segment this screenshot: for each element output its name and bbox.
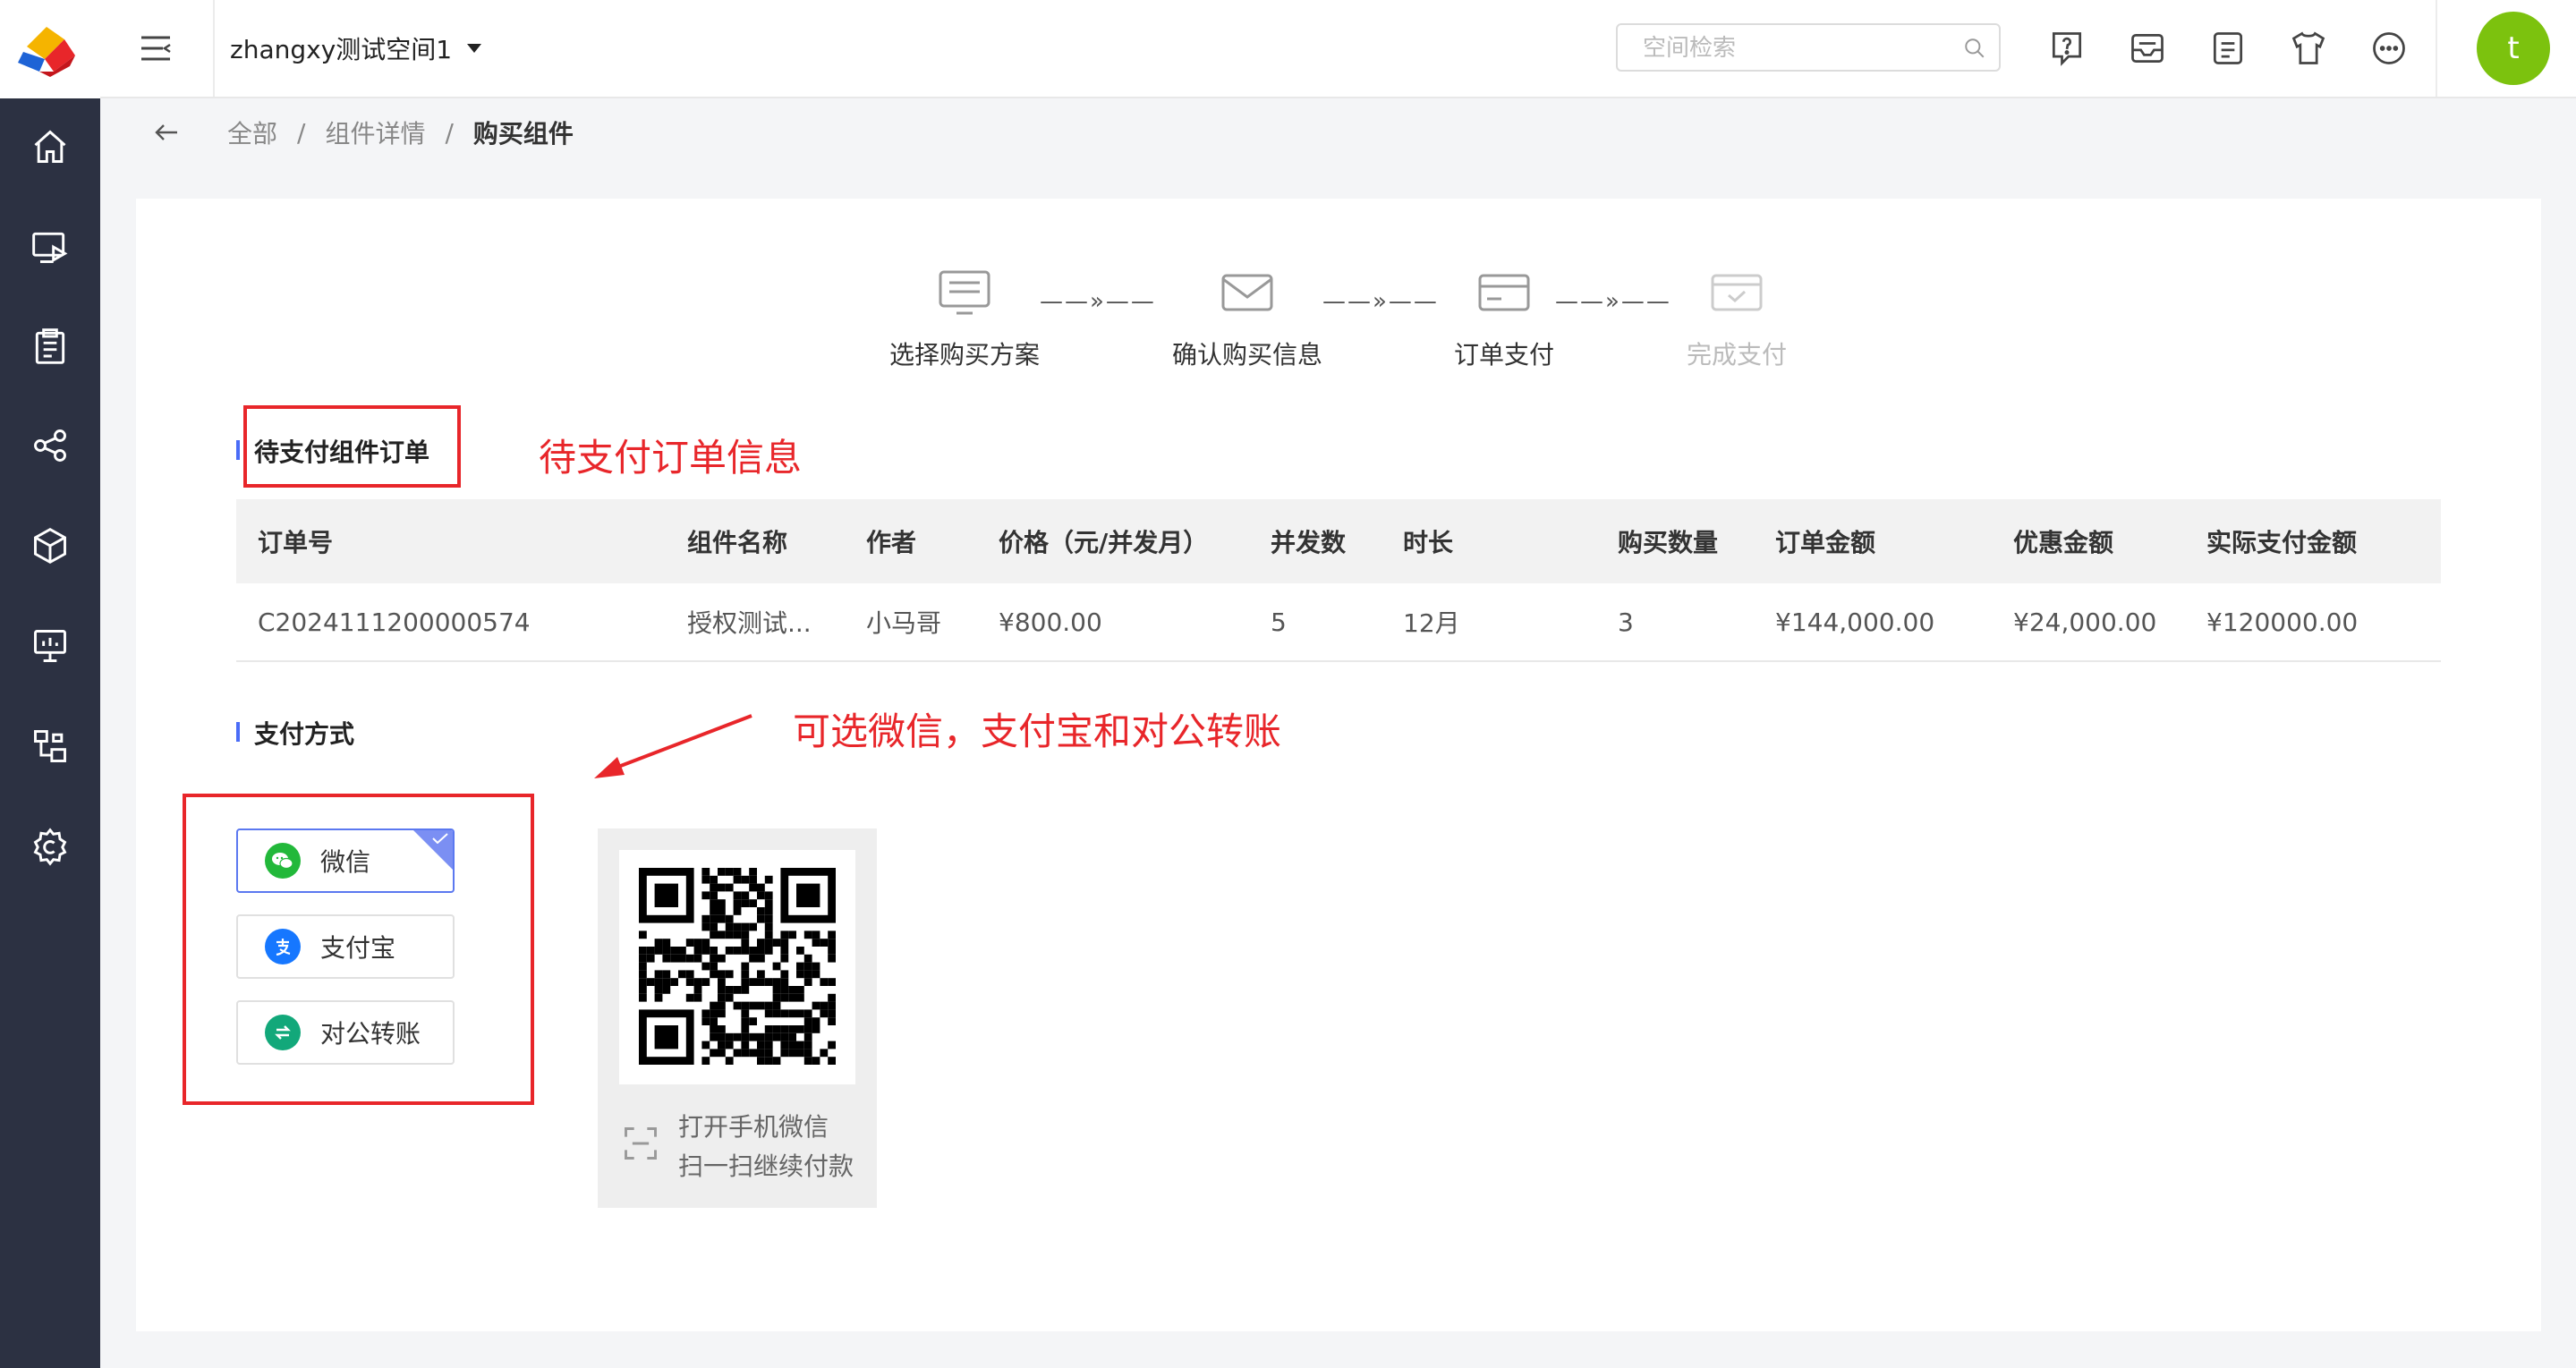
monitor-play-icon[interactable] bbox=[29, 225, 72, 268]
app-logo[interactable] bbox=[0, 0, 100, 98]
main-card bbox=[136, 199, 2541, 1331]
step-label: 选择购买方案 bbox=[888, 340, 1040, 370]
step-complete-payment: 完成支付 bbox=[1682, 268, 1791, 371]
breadcrumb-separator: / bbox=[445, 117, 454, 148]
qr-code-image bbox=[639, 868, 836, 1065]
cell-discount: ¥24,000.00 bbox=[2013, 607, 2157, 637]
help-chat-icon[interactable] bbox=[2047, 29, 2087, 68]
cell-concurrency: 5 bbox=[1271, 607, 1287, 637]
user-avatar[interactable]: t bbox=[2477, 12, 2550, 85]
cell-quantity: 3 bbox=[1618, 607, 1634, 637]
clipboard-list-icon[interactable] bbox=[29, 325, 72, 368]
scan-icon bbox=[625, 1127, 657, 1160]
annotation-arrow-icon bbox=[594, 714, 752, 778]
cell-actual-amount: ¥120000.00 bbox=[2206, 607, 2359, 637]
breadcrumb-item-buy-component: 购买组件 bbox=[472, 119, 574, 149]
settings-gear-icon[interactable] bbox=[29, 825, 72, 868]
cube-icon[interactable] bbox=[29, 524, 72, 567]
check-card-icon bbox=[1711, 274, 1763, 311]
cell-component-name: 授权测试... bbox=[687, 608, 812, 638]
payment-option-label: 微信 bbox=[320, 847, 371, 877]
annotation-box-order-title bbox=[243, 405, 461, 488]
step-select-plan: 选择购买方案 bbox=[886, 268, 1043, 371]
payment-option-alipay[interactable]: 支付宝 bbox=[236, 914, 455, 979]
logo-icon bbox=[18, 27, 75, 77]
transfer-icon bbox=[265, 1015, 301, 1050]
col-order-amount: 订单金额 bbox=[1775, 528, 1876, 557]
col-component-name: 组件名称 bbox=[687, 528, 788, 557]
screen-icon bbox=[939, 270, 990, 315]
share-nodes-icon[interactable] bbox=[29, 424, 72, 467]
tshirt-icon[interactable] bbox=[2289, 29, 2328, 68]
menu-toggle-icon[interactable] bbox=[138, 32, 174, 64]
search-input[interactable] bbox=[1641, 34, 1967, 63]
cell-order-no: C2024111200000574 bbox=[258, 607, 531, 637]
breadcrumb-separator: / bbox=[297, 117, 306, 148]
step-connector: ——»—— bbox=[1040, 288, 1156, 315]
search-icon[interactable] bbox=[1963, 37, 1986, 60]
alipay-icon bbox=[265, 929, 301, 964]
qr-code-panel: 打开手机微信 扫一扫继续付款 bbox=[598, 828, 877, 1208]
col-concurrency: 并发数 bbox=[1271, 528, 1347, 557]
qr-hint: 打开手机微信 扫一扫继续付款 bbox=[678, 1108, 854, 1186]
qr-code bbox=[619, 850, 855, 1084]
step-connector: ——»—— bbox=[1555, 288, 1671, 315]
card-icon bbox=[1478, 274, 1530, 311]
breadcrumb-item-all[interactable]: 全部 bbox=[227, 115, 277, 150]
qr-hint-line2: 扫一扫继续付款 bbox=[678, 1151, 854, 1181]
sidebar bbox=[0, 0, 100, 1368]
col-author: 作者 bbox=[866, 528, 917, 557]
search-box bbox=[1616, 23, 2001, 72]
home-icon[interactable] bbox=[29, 125, 72, 168]
notes-list-icon[interactable] bbox=[2208, 29, 2248, 68]
payment-option-transfer[interactable]: 对公转账 bbox=[236, 1000, 455, 1065]
col-order-no: 订单号 bbox=[258, 528, 334, 557]
col-actual-amount: 实际支付金额 bbox=[2206, 528, 2358, 557]
topbar-divider bbox=[2436, 0, 2437, 97]
more-chat-icon[interactable] bbox=[2369, 29, 2409, 68]
workflow-icon[interactable] bbox=[29, 725, 72, 768]
presentation-icon[interactable] bbox=[29, 625, 72, 667]
cell-order-amount: ¥144,000.00 bbox=[1775, 607, 1935, 637]
col-duration: 时长 bbox=[1403, 528, 1454, 557]
payment-option-wechat[interactable]: 微信 bbox=[236, 828, 455, 893]
step-confirm-info: 确认购买信息 bbox=[1167, 268, 1328, 371]
qr-hint-line1: 打开手机微信 bbox=[678, 1112, 829, 1142]
order-table: 订单号 组件名称 作者 价格（元/并发月） 并发数 时长 购买数量 订单金额 优… bbox=[236, 499, 2441, 662]
annotation-order-note: 待支付订单信息 bbox=[539, 436, 803, 480]
col-price: 价格（元/并发月） bbox=[999, 528, 1209, 557]
check-icon bbox=[432, 833, 448, 844]
col-discount: 优惠金额 bbox=[2013, 528, 2114, 557]
payment-option-label: 对公转账 bbox=[320, 1019, 421, 1049]
step-label: 确认购买信息 bbox=[1171, 340, 1322, 370]
top-bar: zhangxy测试空间1 t bbox=[100, 0, 2576, 98]
table-header: 订单号 组件名称 作者 价格（元/并发月） 并发数 时长 购买数量 订单金额 优… bbox=[236, 499, 2441, 583]
payment-section-title: 支付方式 bbox=[236, 715, 354, 751]
mail-inbox-icon[interactable] bbox=[2128, 29, 2167, 68]
workspace-selector[interactable]: zhangxy测试空间1 bbox=[230, 30, 482, 66]
cell-author: 小马哥 bbox=[866, 608, 942, 638]
wechat-icon bbox=[265, 843, 301, 879]
topbar-divider bbox=[213, 0, 215, 97]
cell-duration: 12月 bbox=[1403, 608, 1460, 638]
annotation-payment-note: 可选微信，支付宝和对公转账 bbox=[793, 709, 1282, 753]
breadcrumb-item-component-detail[interactable]: 组件详情 bbox=[325, 115, 425, 150]
cell-price: ¥800.00 bbox=[999, 607, 1102, 637]
caret-down-icon bbox=[467, 44, 482, 53]
breadcrumb: 全部 / 组件详情 / 购买组件 bbox=[154, 115, 574, 150]
back-arrow-icon[interactable] bbox=[154, 122, 179, 143]
envelope-icon bbox=[1221, 274, 1273, 311]
table-row: C2024111200000574 授权测试... 小马哥 ¥800.00 5 … bbox=[236, 583, 2441, 662]
step-label: 订单支付 bbox=[1453, 340, 1554, 370]
step-label: 完成支付 bbox=[1686, 340, 1787, 370]
payment-option-label: 支付宝 bbox=[320, 933, 396, 963]
step-connector: ——»—— bbox=[1322, 288, 1439, 315]
workspace-name: zhangxy测试空间1 bbox=[230, 35, 453, 64]
col-quantity: 购买数量 bbox=[1618, 528, 1719, 557]
step-order-payment: 订单支付 bbox=[1450, 268, 1559, 371]
